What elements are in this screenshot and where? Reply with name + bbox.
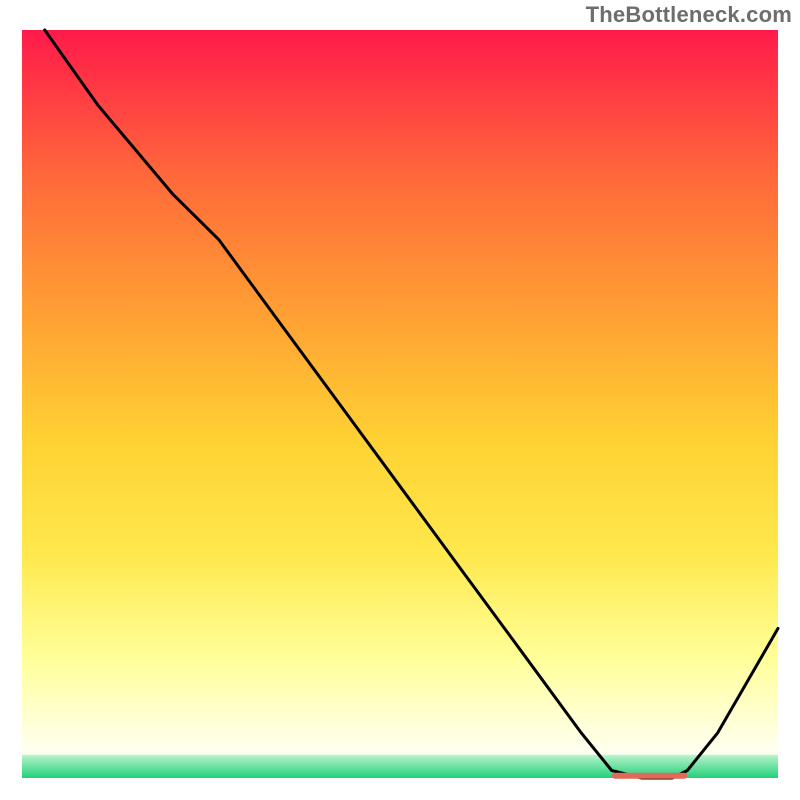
optimal-marker [612,773,688,779]
bottleneck-chart [0,0,800,800]
gradient-plot-area [22,30,778,778]
chart-container: TheBottleneck.com [0,0,800,800]
